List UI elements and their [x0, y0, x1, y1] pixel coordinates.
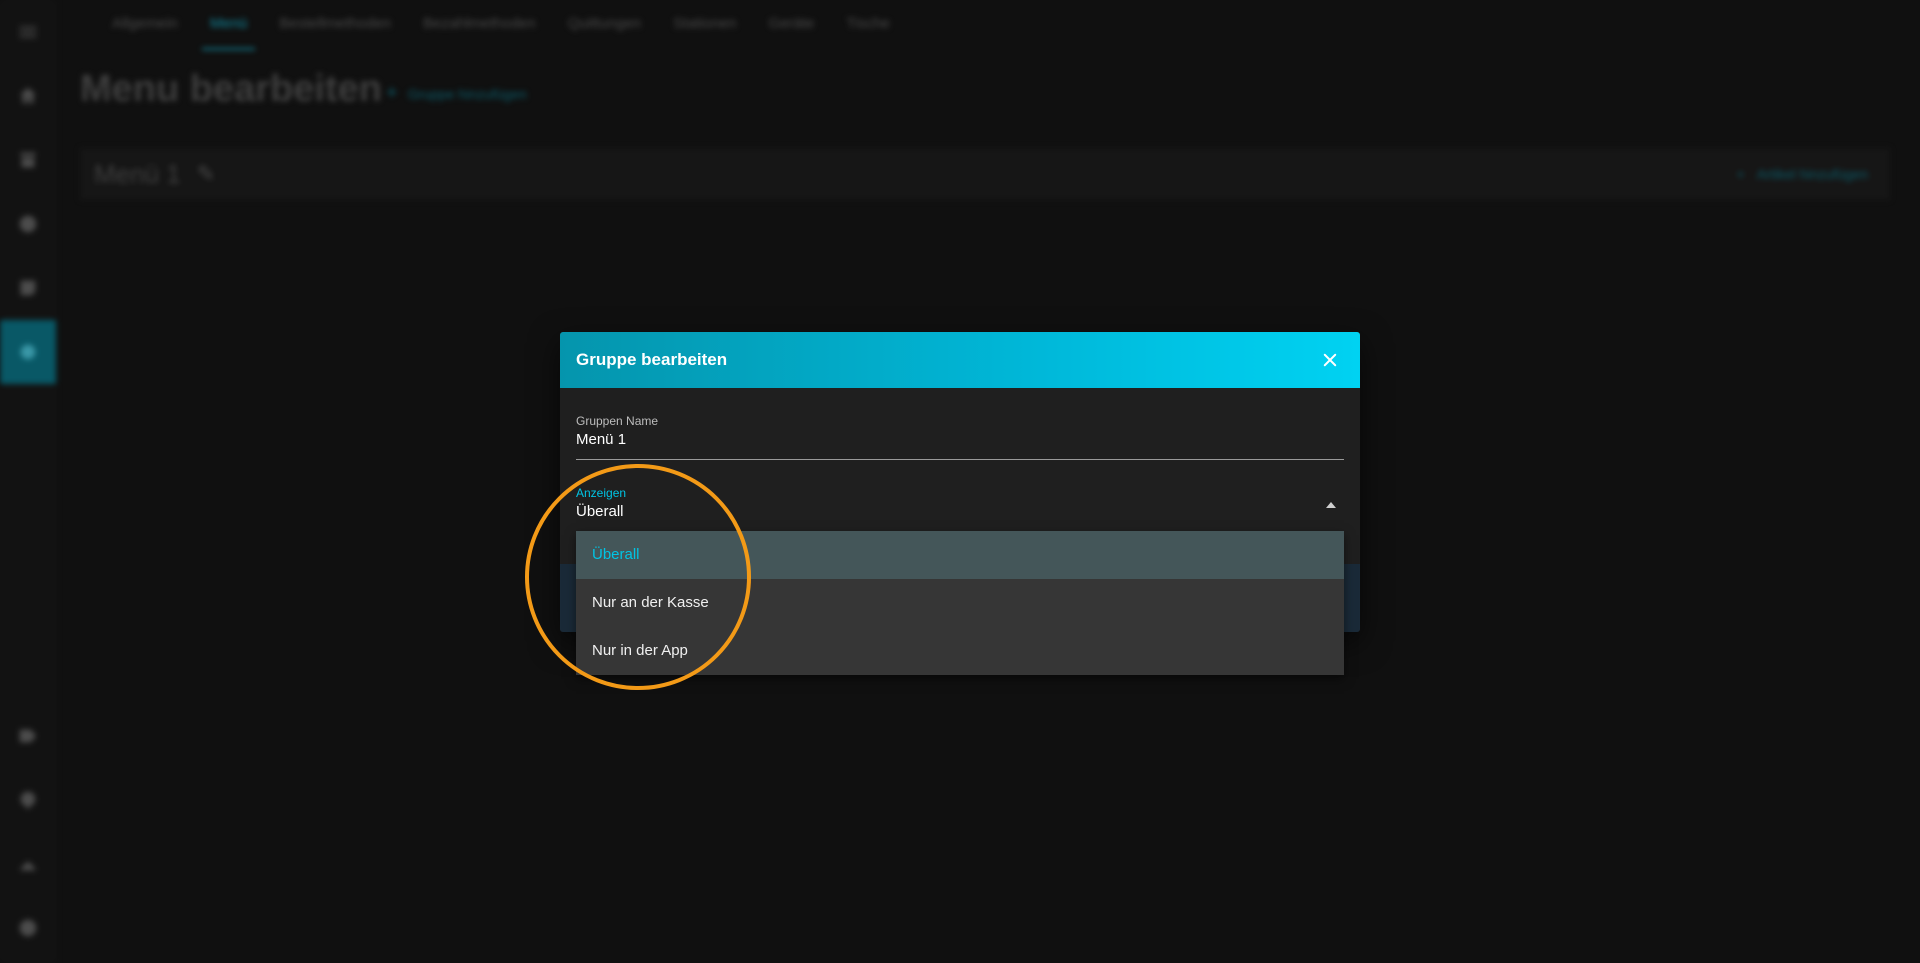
dialog-body: Gruppen Name Menü 1 Anzeigen Überall — [560, 414, 1360, 534]
option-nur-in-der-app[interactable]: Nur in der App — [576, 627, 1344, 675]
app-root: Allgemein Menü Bestellmethoden Bezahlmet… — [0, 0, 1920, 963]
dialog-header: Gruppe bearbeiten — [560, 332, 1360, 388]
caret-up-icon[interactable] — [1326, 502, 1336, 508]
display-label: Anzeigen — [576, 486, 627, 500]
display-value: Überall — [576, 503, 624, 520]
option-ueberall[interactable]: Überall — [576, 531, 1344, 579]
close-button[interactable] — [1316, 346, 1344, 374]
display-dropdown-menu: Überall Nur an der Kasse Nur in der App — [576, 531, 1344, 675]
group-name-field[interactable]: Gruppen Name Menü 1 — [576, 414, 1344, 460]
group-name-value: Menü 1 — [576, 431, 627, 448]
option-nur-an-der-kasse[interactable]: Nur an der Kasse — [576, 579, 1344, 627]
close-icon — [1323, 353, 1337, 367]
dialog-title: Gruppe bearbeiten — [576, 350, 728, 369]
group-name-label: Gruppen Name — [576, 414, 659, 428]
display-select[interactable]: Anzeigen Überall — [576, 486, 1344, 534]
